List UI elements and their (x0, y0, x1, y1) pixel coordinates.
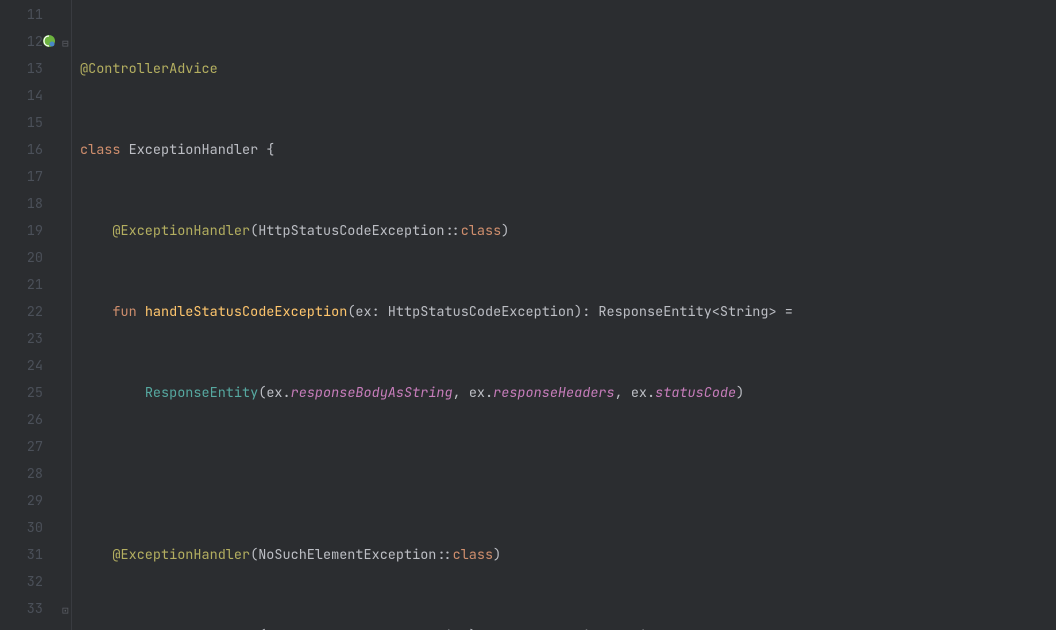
code-content[interactable]: @ControllerAdvice class ExceptionHandler… (72, 0, 1056, 630)
code-line: @ControllerAdvice (80, 56, 1056, 83)
line-number: 19 (0, 218, 43, 245)
annotation: @ExceptionHandler (112, 222, 250, 240)
property: responseBodyAsString (291, 384, 453, 402)
line-number: 27 (0, 434, 43, 461)
line-number: 22 (0, 299, 43, 326)
line-number: 31 (0, 542, 43, 569)
line-number: 23 (0, 326, 43, 353)
keyword-fun: fun (112, 303, 144, 321)
code-line: @ExceptionHandler(NoSuchElementException… (80, 542, 1056, 569)
keyword-class: class (80, 141, 121, 159)
line-number: 13 (0, 56, 43, 83)
constructor-call: ResponseEntity (145, 384, 258, 402)
line-number: 20 (0, 245, 43, 272)
code-editor[interactable]: 11 12 13 14 15 16 17 18 19 20 21 22 23 2… (0, 0, 1056, 630)
line-number: 28 (0, 461, 43, 488)
line-number: 14 (0, 83, 43, 110)
property: responseHeaders (493, 384, 615, 402)
line-number: 11 (0, 2, 43, 29)
line-number: 30 (0, 515, 43, 542)
code-line (80, 461, 1056, 488)
annotation: @ControllerAdvice (80, 60, 218, 78)
class-name: ExceptionHandler { (121, 141, 275, 159)
line-number: 29 (0, 488, 43, 515)
line-number: 33 (0, 596, 43, 623)
line-number: 26 (0, 407, 43, 434)
line-number: 17 (0, 164, 43, 191)
code-line: fun handleNotFound(e: NoSuchElementExcep… (80, 623, 1056, 630)
code-line: fun handleStatusCodeException(ex: HttpSt… (80, 299, 1056, 326)
code-line: ResponseEntity(ex.responseBodyAsString, … (80, 380, 1056, 407)
property: statusCode (655, 384, 736, 402)
line-numbers: 11 12 13 14 15 16 17 18 19 20 21 22 23 2… (0, 0, 71, 623)
line-number: 18 (0, 191, 43, 218)
code-line: class ExceptionHandler { (80, 137, 1056, 164)
fold-open-icon[interactable]: ⊟ (62, 31, 69, 58)
fold-close-icon[interactable]: ⊡ (62, 598, 69, 625)
line-number: 24 (0, 353, 43, 380)
editor-gutter: 11 12 13 14 15 16 17 18 19 20 21 22 23 2… (0, 0, 72, 630)
spring-bean-icon[interactable] (42, 31, 56, 45)
line-number: 32 (0, 569, 43, 596)
line-number: 15 (0, 110, 43, 137)
line-number: 21 (0, 272, 43, 299)
code-line: @ExceptionHandler(HttpStatusCodeExceptio… (80, 218, 1056, 245)
function-name: handleStatusCodeException (145, 303, 348, 321)
line-number: 12 (0, 29, 43, 56)
annotation: @ExceptionHandler (112, 546, 250, 564)
line-number: 25 (0, 380, 43, 407)
line-number: 16 (0, 137, 43, 164)
